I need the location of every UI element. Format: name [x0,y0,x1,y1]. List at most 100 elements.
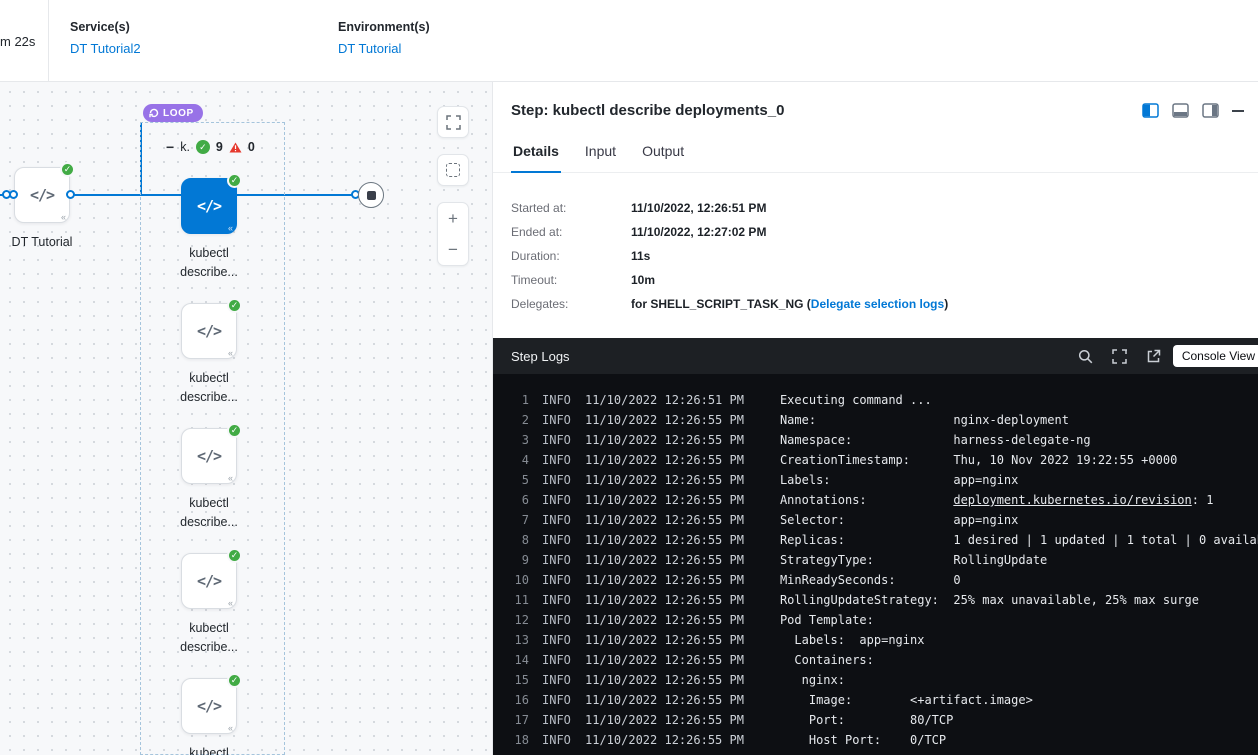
loop-badge: LOOP [143,104,203,122]
log-level: INFO [542,590,572,610]
log-line: 7INFO11/10/2022 12:26:55 PMSelector: app… [493,510,1258,530]
loop-icon [149,108,159,118]
log-timestamp: 11/10/2022 12:26:55 PM [585,710,744,730]
node-label: kubectldescribe... [154,744,264,755]
minimize-panel-icon[interactable] [1232,110,1244,112]
log-timestamp: 11/10/2022 12:26:55 PM [585,510,744,530]
detail-field: Timeout:10m [511,273,1240,287]
collapse-loop-button[interactable]: − [166,141,174,153]
log-level: INFO [542,490,572,510]
log-level: INFO [542,450,572,470]
pipeline-step-node[interactable]: </>✓« [181,428,237,484]
environments-value-link[interactable]: DT Tutorial [338,41,430,56]
field-value: 10m [631,273,655,287]
expand-logs-icon[interactable] [1112,349,1127,364]
node-label-line: describe... [154,388,264,407]
log-message: RollingUpdateStrategy: 25% max unavailab… [780,590,1199,610]
marquee-select-button[interactable] [437,154,469,186]
tab-details[interactable]: Details [511,135,561,173]
log-line-number: 4 [513,450,529,470]
bottom-view-icon[interactable] [1172,103,1189,118]
end-node[interactable] [358,182,384,208]
logs-title: Step Logs [511,349,1078,364]
log-line-number: 16 [513,690,529,710]
delegate-selection-logs-link[interactable]: Delegate selection logs [811,297,944,311]
log-line-number: 7 [513,510,529,530]
pipeline-step-node[interactable]: </>✓« [181,303,237,359]
loop-stage-name: k. [180,140,190,154]
success-count-icon: ✓ [196,140,210,154]
pipeline-step-node[interactable]: </>✓« [181,553,237,609]
zoom-in-button[interactable]: + [438,203,468,234]
pipeline-step-node[interactable]: </>✓« [181,678,237,734]
open-in-new-icon[interactable] [1146,349,1161,364]
log-line-number: 6 [513,490,529,510]
logs-body[interactable]: 1INFO11/10/2022 12:26:51 PMExecuting com… [493,374,1258,755]
log-level: INFO [542,610,572,630]
services-value-link[interactable]: DT Tutorial2 [70,41,141,56]
node-label-line: describe... [154,513,264,532]
code-icon: </> [197,697,221,715]
log-line: 15INFO11/10/2022 12:26:55 PM nginx: [493,670,1258,690]
log-line: 8INFO11/10/2022 12:26:55 PMReplicas: 1 d… [493,530,1258,550]
stage-node[interactable]: </> ✓ « [14,167,70,223]
log-line: 16 INFO 11/10/2022 12:26:55 PM Image: <+ar… [493,690,1258,710]
node-label: kubectldescribe... [154,244,264,282]
console-view-button[interactable]: Console View [1173,345,1258,367]
log-line: 17INFO11/10/2022 12:26:55 PM Port: 80/TC… [493,710,1258,730]
zoom-out-button[interactable]: − [438,234,468,265]
node-label: kubectldescribe... [154,494,264,532]
loop-header: − k. ✓ 9 0 [166,139,255,155]
field-value: 11s [631,249,650,263]
pipeline-canvas[interactable]: LOOP − k. ✓ 9 0 </> ✓ « DT Tutorial </>✓… [0,82,492,755]
search-icon[interactable] [1078,349,1093,364]
loop-badge-label: LOOP [163,108,194,119]
log-line: 2INFO11/10/2022 12:26:55 PMName: nginx-d… [493,410,1258,430]
node-label-line: kubectl [154,494,264,513]
field-value-text: ) [944,297,948,311]
tab-input[interactable]: Input [583,135,618,172]
log-line-number: 8 [513,530,529,550]
warning-triangle-icon [229,142,242,153]
pipeline-step-node[interactable]: </>✓« [181,178,237,234]
node-label: DT Tutorial [0,233,97,252]
right-view-icon[interactable] [1202,103,1219,118]
split-view-icon[interactable] [1142,103,1159,118]
log-level: INFO [542,690,572,710]
services-label: Service(s) [70,20,141,34]
step-flag-icon: « [61,212,66,222]
field-value: 11/10/2022, 12:27:02 PM [631,225,766,239]
field-value-text: for SHELL_SCRIPT_TASK_NG ( [631,297,811,311]
warning-count: 0 [248,140,255,154]
logs-header: Step Logs Console View [493,338,1258,374]
log-timestamp: 11/10/2022 12:26:55 PM [585,410,744,430]
log-message: Image: <+artifact.image> [780,690,1033,710]
log-line-number: 5 [513,470,529,490]
log-message: Port: 80/TCP [780,710,953,730]
log-timestamp: 11/10/2022 12:26:55 PM [585,690,744,710]
log-line-number: 18 [513,730,529,750]
log-timestamp: 11/10/2022 12:26:55 PM [585,590,744,610]
log-message: Host Port: 0/TCP [780,730,946,750]
success-check-icon: ✓ [227,423,242,438]
log-line-number: 2 [513,410,529,430]
log-message: Labels: app=nginx [780,470,1018,490]
log-message: Containers: [780,650,874,670]
success-check-icon: ✓ [227,548,242,563]
connector-port [66,190,75,199]
log-message: Annotations: deployment.kubernetes.io/re… [780,490,1214,510]
tab-output[interactable]: Output [640,135,686,172]
node-label-line: describe... [154,263,264,282]
panel-view-controls [1142,103,1244,118]
log-line: 3INFO11/10/2022 12:26:55 PMNamespace: ha… [493,430,1258,450]
iteration-node-group: </>✓«kubectldescribe... [181,428,237,484]
fit-to-screen-button[interactable] [437,106,469,138]
log-level: INFO [542,410,572,430]
log-timestamp: 11/10/2022 12:26:55 PM [585,670,744,690]
log-timestamp: 11/10/2022 12:26:55 PM [585,570,744,590]
iteration-node-group: </>✓«kubectldescribe... [181,553,237,609]
node-label-line: kubectl [154,619,264,638]
start-node-group: </> ✓ « DT Tutorial [14,167,70,223]
log-timestamp: 11/10/2022 12:26:55 PM [585,550,744,570]
logs-toolbar [1078,349,1161,364]
